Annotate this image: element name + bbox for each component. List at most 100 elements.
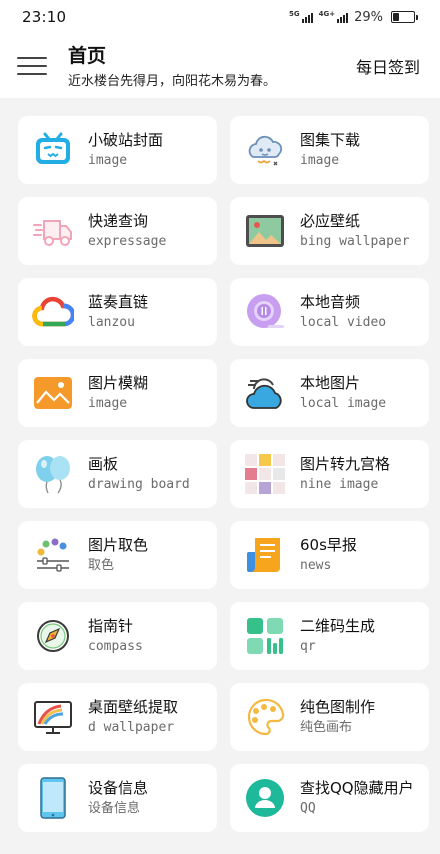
feature-card[interactable]: 小破站封面 image <box>18 116 217 184</box>
qr-code-icon <box>244 615 286 657</box>
card-text: 指南针 compass <box>88 617 143 655</box>
title-block: 首页 近水楼台先得月，向阳花木易为春。 <box>68 44 276 89</box>
card-subtitle: image <box>300 153 340 168</box>
status-indicators: 5G 4G+ 29% <box>289 10 418 25</box>
battery-level <box>393 13 399 21</box>
feature-card[interactable]: 设备信息 设备信息 <box>18 764 217 832</box>
card-text: 二维码生成 qr <box>300 617 375 655</box>
feature-card[interactable]: 快递查询 expressage <box>18 197 217 265</box>
card-text: 快递查询 expressage <box>88 212 166 250</box>
card-subtitle: local video <box>300 315 387 330</box>
card-title: 图集下载 <box>300 131 361 149</box>
card-title: 蓝奏直链 <box>88 293 149 311</box>
cloud-doodle-icon <box>244 129 286 171</box>
card-subtitle: compass <box>88 639 143 654</box>
daily-checkin-button[interactable]: 每日签到 <box>356 54 420 78</box>
card-title: 本地图片 <box>300 374 361 392</box>
desktop-monitor-icon <box>32 696 74 738</box>
card-title: 查找QQ隐藏用户 <box>300 779 414 797</box>
status-time: 23:10 <box>22 8 67 26</box>
card-subtitle: news <box>300 558 332 573</box>
card-title: 图片取色 <box>88 536 149 554</box>
google-cloud-icon <box>32 291 74 333</box>
card-title: 60s早报 <box>300 536 357 554</box>
card-text: 本地图片 local image <box>300 374 386 412</box>
card-subtitle: 取色 <box>88 558 115 573</box>
card-text: 图集下载 image <box>300 131 360 169</box>
compass-icon <box>32 615 74 657</box>
feature-card[interactable]: 本地图片 local image <box>230 359 429 427</box>
audio-disc-icon <box>244 291 286 333</box>
page-title: 首页 <box>68 44 107 67</box>
battery-icon <box>391 11 418 23</box>
card-text: 画板 drawing board <box>88 455 190 493</box>
page-subtitle: 近水楼台先得月，向阳花木易为春。 <box>68 73 277 89</box>
feature-card[interactable]: 画板 drawing board <box>18 440 217 508</box>
newspaper-icon <box>244 534 286 576</box>
card-title: 快递查询 <box>88 212 149 230</box>
card-title: 小破站封面 <box>88 131 164 149</box>
card-subtitle: lanzou <box>88 315 135 330</box>
card-subtitle: QQ <box>300 801 316 816</box>
signal-4g-label: 4G+ <box>318 10 336 18</box>
signal-5g-icon: 5G <box>289 11 313 23</box>
card-title: 画板 <box>88 455 119 473</box>
feature-card[interactable]: 查找QQ隐藏用户 QQ <box>230 764 429 832</box>
user-avatar-icon <box>244 777 286 819</box>
menu-icon[interactable] <box>17 55 47 77</box>
card-text: 小破站封面 image <box>88 131 163 169</box>
feature-card[interactable]: 图片模糊 image <box>18 359 217 427</box>
feature-card[interactable]: 必应壁纸 bing wallpaper <box>230 197 429 265</box>
card-text: 60s早报 news <box>300 536 357 574</box>
card-title: 图片转九宫格 <box>300 455 391 473</box>
card-text: 图片取色 取色 <box>88 536 148 574</box>
feature-card[interactable]: 纯色图制作 纯色画布 <box>230 683 429 751</box>
card-title: 指南针 <box>88 617 134 635</box>
paint-palette-icon <box>244 696 286 738</box>
weather-cloud-icon <box>244 372 286 414</box>
card-subtitle: qr <box>300 639 316 654</box>
feature-card[interactable]: 蓝奏直链 lanzou <box>18 278 217 346</box>
card-text: 必应壁纸 bing wallpaper <box>300 212 410 250</box>
feature-card[interactable]: 图片转九宫格 nine image <box>230 440 429 508</box>
card-subtitle: 设备信息 <box>88 801 141 816</box>
card-title: 本地音频 <box>300 293 361 311</box>
bilibili-tv-icon <box>32 129 74 171</box>
nine-grid-icon <box>244 453 286 495</box>
card-title: 桌面壁纸提取 <box>88 698 179 716</box>
card-text: 图片转九宫格 nine image <box>300 455 390 493</box>
app-header: 首页 近水楼台先得月，向阳花木易为春。 每日签到 <box>0 34 440 98</box>
card-subtitle: image <box>88 153 128 168</box>
landscape-image-icon <box>32 372 74 414</box>
delivery-truck-icon <box>32 210 74 252</box>
feature-card[interactable]: 60s早报 news <box>230 521 429 589</box>
battery-percent: 29% <box>354 9 383 25</box>
card-subtitle: nine image <box>300 477 379 492</box>
card-subtitle: bing wallpaper <box>300 234 410 249</box>
feature-card[interactable]: 图片取色 取色 <box>18 521 217 589</box>
signal-5g-label: 5G <box>288 10 300 18</box>
feature-card[interactable]: 本地音频 local video <box>230 278 429 346</box>
card-text: 查找QQ隐藏用户 QQ <box>300 779 414 817</box>
card-subtitle: d wallpaper <box>88 720 175 735</box>
card-title: 图片模糊 <box>88 374 149 392</box>
balloons-icon <box>32 453 74 495</box>
card-text: 纯色图制作 纯色画布 <box>300 698 375 736</box>
card-subtitle: 纯色画布 <box>300 720 353 735</box>
feature-card[interactable]: 指南针 compass <box>18 602 217 670</box>
feature-card[interactable]: 二维码生成 qr <box>230 602 429 670</box>
color-picker-icon <box>32 534 74 576</box>
signal-4g-icon: 4G+ <box>318 10 349 23</box>
card-subtitle: image <box>88 396 128 411</box>
wallpaper-picture-icon <box>244 210 286 252</box>
status-bar: 23:10 5G 4G+ 29% <box>0 0 440 34</box>
mobile-phone-icon <box>32 777 74 819</box>
card-title: 必应壁纸 <box>300 212 361 230</box>
feature-card[interactable]: 桌面壁纸提取 d wallpaper <box>18 683 217 751</box>
card-title: 纯色图制作 <box>300 698 376 716</box>
feature-grid: 小破站封面 image 图集下载 image 快递查询 expressage 必应壁纸 bin… <box>18 116 430 832</box>
card-text: 图片模糊 image <box>88 374 148 412</box>
card-text: 蓝奏直链 lanzou <box>88 293 148 331</box>
card-subtitle: expressage <box>88 234 167 249</box>
feature-card[interactable]: 图集下载 image <box>230 116 429 184</box>
